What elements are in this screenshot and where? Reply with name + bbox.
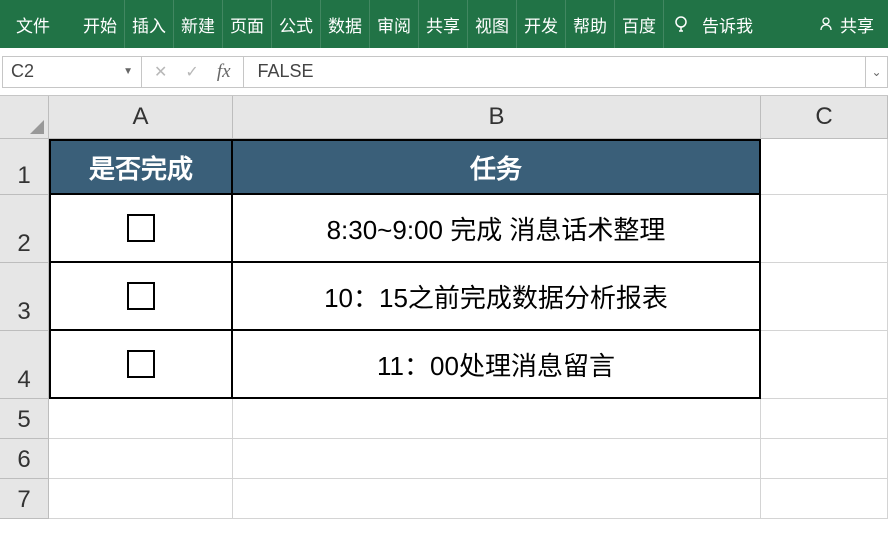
formula-bar: C2 ▼ ✕ ✓ fx FALSE ⌄ xyxy=(0,48,888,96)
row-header-6[interactable]: 6 xyxy=(0,439,49,479)
cell-B1[interactable]: 任务 xyxy=(233,139,761,195)
tab-home[interactable]: 开始 xyxy=(76,0,125,48)
row-header-3[interactable]: 3 xyxy=(0,263,49,331)
cell-A5[interactable] xyxy=(49,399,233,439)
row-header-4[interactable]: 4 xyxy=(0,331,49,399)
row-header-2[interactable]: 2 xyxy=(0,195,49,263)
tab-share-tab[interactable]: 共享 xyxy=(419,0,468,48)
cell-A7[interactable] xyxy=(49,479,233,519)
checkbox-icon[interactable] xyxy=(127,282,155,310)
col-header-B[interactable]: B xyxy=(233,96,761,139)
formula-input[interactable]: FALSE xyxy=(244,56,866,88)
tab-review[interactable]: 审阅 xyxy=(370,0,419,48)
cell-B6[interactable] xyxy=(233,439,761,479)
name-box-value: C2 xyxy=(11,61,34,82)
cell-C1[interactable] xyxy=(761,139,888,195)
row-header-5[interactable]: 5 xyxy=(0,399,49,439)
col-header-C[interactable]: C xyxy=(761,96,888,139)
cell-B7[interactable] xyxy=(233,479,761,519)
column-headers: A B C xyxy=(0,96,888,139)
tab-file[interactable]: 文件 xyxy=(0,0,66,48)
checkbox-icon[interactable] xyxy=(127,350,155,378)
cancel-icon[interactable]: ✕ xyxy=(154,62,167,82)
row-7: 7 xyxy=(0,479,888,519)
chevron-down-icon[interactable]: ▼ xyxy=(123,66,133,77)
checkbox-icon[interactable] xyxy=(127,214,155,242)
row-4: 4 11：00处理消息留言 xyxy=(0,331,888,399)
ribbon-tabs: 文件 开始 插入 新建 页面 公式 数据 审阅 共享 视图 开发 帮助 百度 xyxy=(0,0,664,48)
row-header-7[interactable]: 7 xyxy=(0,479,49,519)
row-header-1[interactable]: 1 xyxy=(0,139,49,195)
cell-A2[interactable] xyxy=(49,195,233,263)
row-3: 3 10：15之前完成数据分析报表 xyxy=(0,263,888,331)
tab-formula[interactable]: 公式 xyxy=(272,0,321,48)
lightbulb-icon[interactable] xyxy=(672,15,690,33)
cell-A4[interactable] xyxy=(49,331,233,399)
expand-formula-icon[interactable]: ⌄ xyxy=(866,56,888,88)
spreadsheet: A B C 1 是否完成 任务 2 8:30~9:00 完成 消息话术整理 3 … xyxy=(0,96,888,519)
select-all-corner[interactable] xyxy=(0,96,49,139)
cell-B2[interactable]: 8:30~9:00 完成 消息话术整理 xyxy=(233,195,761,263)
ribbon: 文件 开始 插入 新建 页面 公式 数据 审阅 共享 视图 开发 帮助 百度 告… xyxy=(0,0,888,48)
tab-baidu[interactable]: 百度 xyxy=(615,0,664,48)
cell-C3[interactable] xyxy=(761,263,888,331)
row-5: 5 xyxy=(0,399,888,439)
name-box[interactable]: C2 ▼ xyxy=(2,56,142,88)
cell-C2[interactable] xyxy=(761,195,888,263)
tab-developer[interactable]: 开发 xyxy=(517,0,566,48)
cell-C4[interactable] xyxy=(761,331,888,399)
row-6: 6 xyxy=(0,439,888,479)
tell-me[interactable]: 告诉我 xyxy=(702,12,753,37)
tab-page[interactable]: 页面 xyxy=(223,0,272,48)
share-label: 共享 xyxy=(840,12,874,37)
cell-A6[interactable] xyxy=(49,439,233,479)
tab-data[interactable]: 数据 xyxy=(321,0,370,48)
formula-buttons: ✕ ✓ fx xyxy=(142,56,244,88)
cell-B4[interactable]: 11：00处理消息留言 xyxy=(233,331,761,399)
row-1: 1 是否完成 任务 xyxy=(0,139,888,195)
cell-A1[interactable]: 是否完成 xyxy=(49,139,233,195)
person-icon xyxy=(818,16,834,32)
enter-icon[interactable]: ✓ xyxy=(185,62,198,82)
tab-help[interactable]: 帮助 xyxy=(566,0,615,48)
cell-A3[interactable] xyxy=(49,263,233,331)
tab-new[interactable]: 新建 xyxy=(174,0,223,48)
cell-B3[interactable]: 10：15之前完成数据分析报表 xyxy=(233,263,761,331)
cell-C5[interactable] xyxy=(761,399,888,439)
tab-view[interactable]: 视图 xyxy=(468,0,517,48)
col-header-A[interactable]: A xyxy=(49,96,233,139)
cell-C7[interactable] xyxy=(761,479,888,519)
row-2: 2 8:30~9:00 完成 消息话术整理 xyxy=(0,195,888,263)
cell-B5[interactable] xyxy=(233,399,761,439)
share-button[interactable]: 共享 xyxy=(804,12,888,37)
tab-insert[interactable]: 插入 xyxy=(125,0,174,48)
fx-icon[interactable]: fx xyxy=(217,61,231,83)
cell-C6[interactable] xyxy=(761,439,888,479)
